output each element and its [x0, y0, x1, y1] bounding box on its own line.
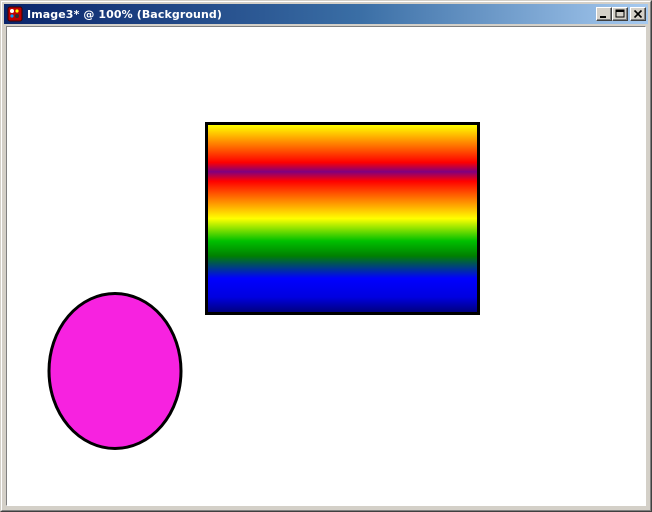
ellipse-shape[interactable] [47, 292, 183, 450]
minimize-button[interactable] [596, 7, 612, 21]
maximize-button[interactable] [612, 7, 628, 21]
close-icon [633, 9, 643, 19]
image-document-window: Image3* @ 100% (Background) [0, 0, 652, 512]
window-title: Image3* @ 100% (Background) [27, 7, 222, 21]
close-button[interactable] [630, 7, 646, 21]
minimize-icon [600, 16, 606, 18]
rainbow-gradient-rectangle[interactable] [205, 122, 480, 315]
image-canvas[interactable] [7, 27, 645, 505]
paint-palette-icon[interactable] [7, 6, 23, 22]
canvas-viewport[interactable] [6, 26, 646, 506]
window-controls [596, 7, 646, 21]
magenta-ellipse[interactable] [46, 290, 184, 452]
maximize-icon [615, 9, 625, 18]
window-frame: Image3* @ 100% (Background) [1, 1, 651, 511]
title-bar[interactable]: Image3* @ 100% (Background) [4, 4, 648, 24]
